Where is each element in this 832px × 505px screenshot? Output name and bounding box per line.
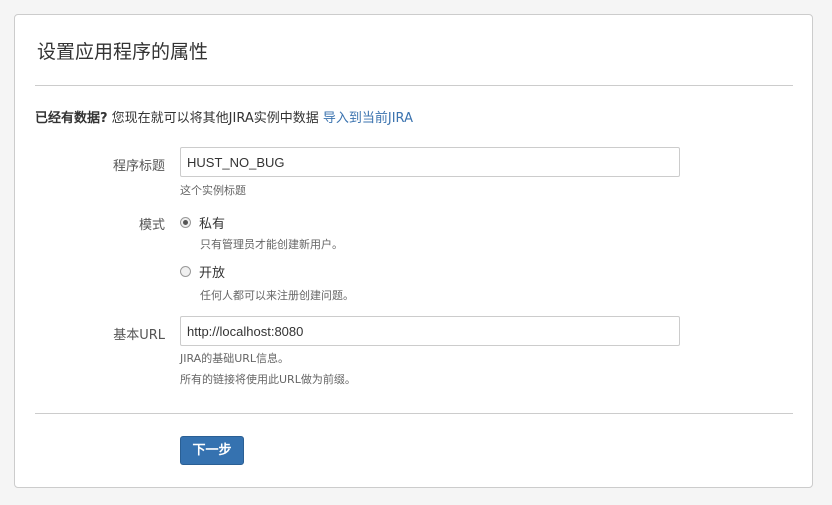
mode-private-help: 只有管理员才能创建新用户。 [200, 238, 343, 251]
next-button[interactable]: 下一步 [180, 436, 244, 465]
mode-open-label: 开放 [199, 266, 226, 281]
radio-open[interactable] [180, 266, 191, 277]
mode-open-help: 任何人都可以来注册创建问题。 [200, 289, 354, 302]
base-url-help-1: JIRA的基础URL信息。 [180, 352, 290, 365]
import-prompt: 已经有数据? 您现在就可以将其他JIRA实例中数据 导入到当前JIRA [35, 107, 413, 126]
app-title-help: 这个实例标题 [180, 184, 246, 197]
app-title-input[interactable] [180, 147, 680, 177]
radio-private[interactable] [180, 217, 191, 228]
import-link[interactable]: 导入到当前JIRA [323, 111, 413, 126]
mode-label: 模式 [138, 218, 165, 233]
mode-open-option[interactable]: 开放 [180, 262, 225, 281]
base-url-input[interactable] [180, 316, 680, 346]
app-title-label: 程序标题 [112, 159, 165, 174]
mode-private-label: 私有 [199, 217, 226, 232]
base-url-label: 基本URL [113, 328, 165, 343]
setup-panel: 设置应用程序的属性 已经有数据? 您现在就可以将其他JIRA实例中数据 导入到当… [14, 14, 813, 488]
import-question: 已经有数据? [35, 111, 108, 126]
mode-private-option[interactable]: 私有 [180, 213, 225, 232]
page-title: 设置应用程序的属性 [37, 41, 209, 63]
divider-top [35, 85, 793, 86]
import-text: 您现在就可以将其他JIRA实例中数据 [107, 111, 323, 126]
divider-bottom [35, 413, 793, 414]
base-url-help-2: 所有的链接将使用此URL做为前缀。 [180, 373, 356, 386]
